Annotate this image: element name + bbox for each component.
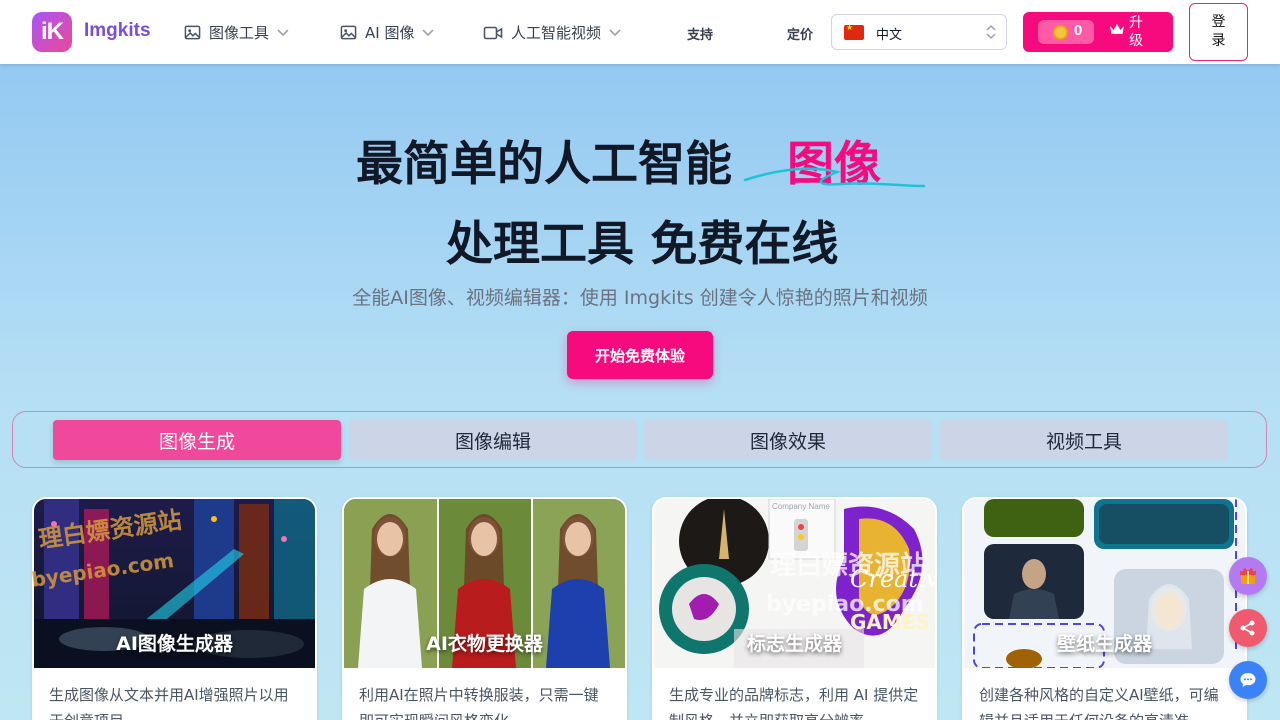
menu-label: 图像工具: [209, 24, 270, 42]
credits-count: 0: [1074, 22, 1083, 39]
coin-icon: [1053, 25, 1068, 40]
card-description: 生成专业的品牌标志，利用 AI 提供定制风格，并立即获取高分辨率: [669, 686, 919, 720]
chevron-down-icon: [277, 28, 289, 36]
login-button[interactable]: 登录: [1189, 3, 1248, 61]
upgrade-button[interactable]: 0 升级: [1023, 12, 1173, 52]
card-title: AI衣物更换器: [426, 633, 543, 655]
video-camera-icon: [483, 26, 503, 39]
credits-badge: 0: [1038, 20, 1094, 44]
card-image: AI图像生成器: [34, 499, 315, 668]
brand-name[interactable]: Imgkits: [84, 20, 151, 42]
tab-image-effects[interactable]: 图像效果: [644, 420, 932, 460]
image-icon: [184, 25, 201, 40]
start-free-button[interactable]: 开始免费体验: [567, 331, 713, 379]
tool-card-ai-clothes-changer[interactable]: AI衣物更换器 利用AI在照片中转换服装，只需一键即可实现瞬间风格变化: [342, 497, 627, 720]
hero-title-line2: 处理工具 免费在线: [446, 217, 839, 272]
chat-bubble-icon: [1240, 673, 1256, 687]
support-link[interactable]: 支持: [687, 24, 713, 43]
chat-button[interactable]: [1229, 661, 1267, 699]
menu-ai-image[interactable]: AI 图像: [340, 22, 435, 43]
tab-video-tools[interactable]: 视频工具: [940, 420, 1228, 460]
tool-card-logo-generator[interactable]: Company Name Creative GAMES 标志生成器 生成专业的品…: [652, 497, 937, 720]
login-label: 登录: [1211, 14, 1226, 49]
card-image: AI衣物更换器: [344, 499, 625, 668]
card-image: Company Name Creative GAMES 标志生成器: [654, 499, 935, 668]
image-icon: [340, 25, 357, 40]
tab-image-editing[interactable]: 图像编辑: [349, 420, 637, 460]
card-description: 生成图像从文本并用AI增强照片以用于创意项目: [49, 686, 289, 720]
tab-image-generation[interactable]: 图像生成: [53, 420, 341, 460]
share-button[interactable]: [1229, 609, 1267, 647]
underline-swoosh-icon: [743, 167, 926, 188]
chevron-down-icon: [422, 28, 435, 36]
crown-icon: [1110, 24, 1124, 34]
pricing-link[interactable]: 定价: [787, 24, 813, 43]
card-title: AI图像生成器: [116, 633, 233, 655]
menu-ai-video[interactable]: 人工智能视频: [483, 22, 621, 43]
card-image: 壁纸生成器: [964, 499, 1245, 668]
share-icon: [1240, 620, 1255, 636]
menu-image-tools[interactable]: 图像工具: [184, 22, 289, 43]
top-nav: iK Imgkits 图像工具 AI 图像 人工智能视频 支持 定价 中文 0 …: [0, 0, 1280, 64]
tool-card-ai-image-generator[interactable]: AI图像生成器 生成图像从文本并用AI增强照片以用于创意项目: [32, 497, 317, 720]
gift-button[interactable]: [1229, 557, 1267, 595]
china-flag-icon: [844, 23, 864, 40]
chevron-down-icon: [609, 28, 621, 36]
creative-text: Creative: [850, 565, 935, 593]
card-title: 标志生成器: [746, 633, 842, 655]
language-value: 中文: [876, 28, 903, 43]
category-tabs: 图像生成 图像编辑 图像效果 视频工具: [12, 411, 1267, 468]
card-description: 利用AI在照片中转换服装，只需一键即可实现瞬间风格变化: [359, 686, 599, 720]
menu-label: 人工智能视频: [511, 24, 602, 42]
menu-label: AI 图像: [365, 24, 415, 42]
gift-icon: [1240, 568, 1256, 584]
language-select[interactable]: 中文: [831, 14, 1007, 50]
hero-title-line1: 最简单的人工智能: [356, 137, 732, 192]
card-description: 创建各种风格的自定义AI壁纸，可编辑并且适用于任何设备的高清准: [979, 686, 1219, 720]
tool-card-wallpaper-generator[interactable]: 壁纸生成器 创建各种风格的自定义AI壁纸，可编辑并且适用于任何设备的高清准: [962, 497, 1247, 720]
chevron-updown-icon: [986, 24, 996, 40]
card-title: 壁纸生成器: [1056, 633, 1152, 655]
upgrade-label: 升级: [1129, 15, 1143, 49]
hero-subtitle: 全能AI图像、视频编辑器：使用 Imgkits 创建令人惊艳的照片和视频: [352, 287, 928, 309]
logo[interactable]: iK: [32, 12, 72, 52]
company-name-text: Company Name: [772, 502, 830, 511]
